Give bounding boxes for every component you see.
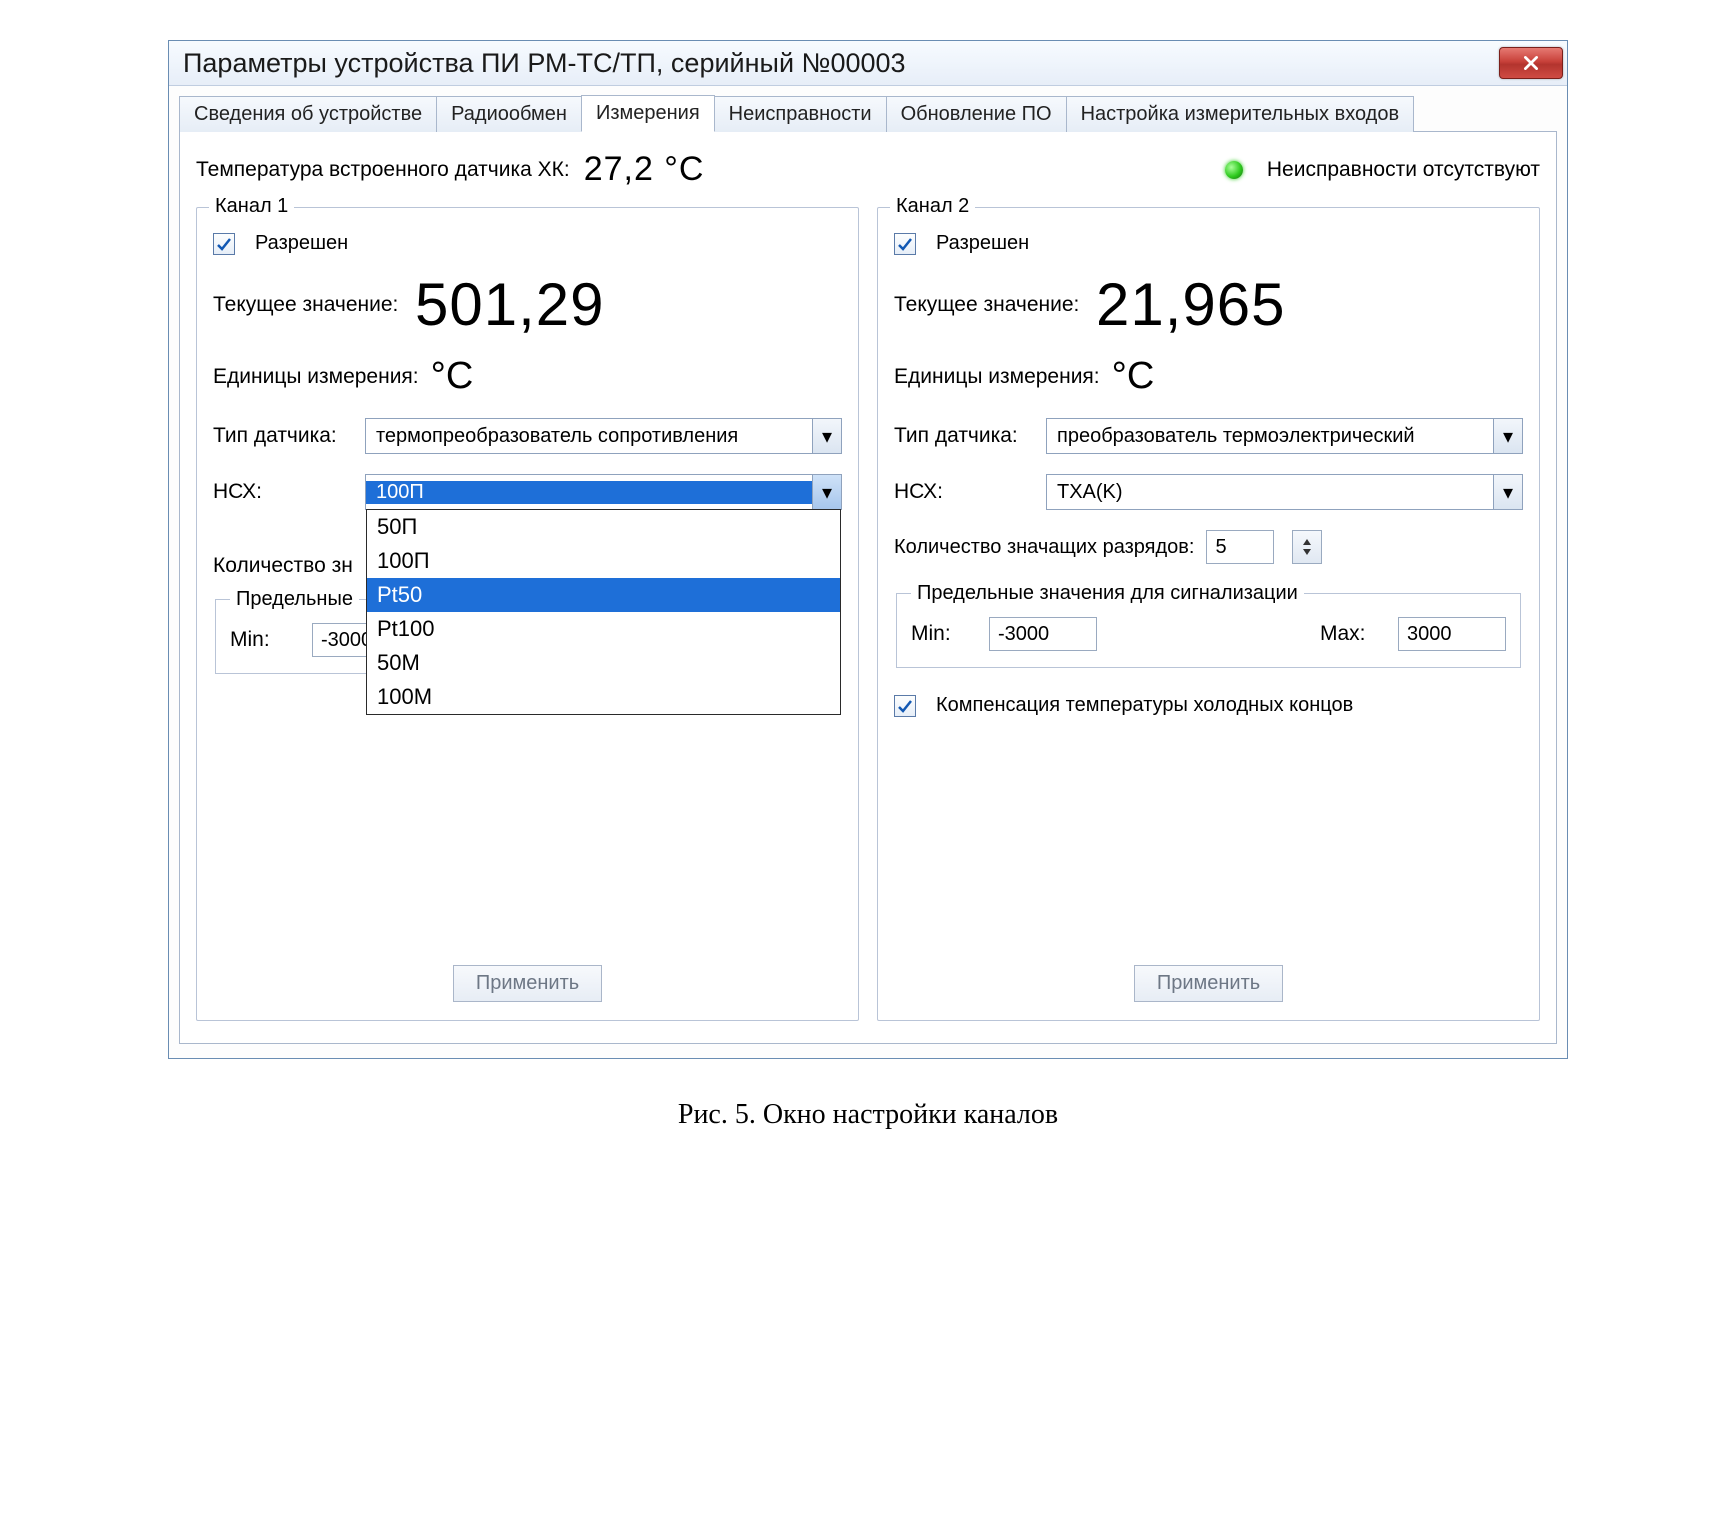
- internal-temp-label: Температура встроенного датчика ХК:: [196, 158, 570, 182]
- ch1-sensor-type-label: Тип датчика:: [213, 424, 353, 448]
- ch2-cold-comp-label: Компенсация температуры холодных концов: [936, 694, 1353, 717]
- ch2-min-input[interactable]: -3000: [989, 617, 1097, 651]
- ch2-sensor-type-value: преобразователь термоэлектрический: [1047, 425, 1493, 448]
- ch2-enabled-label: Разрешен: [936, 232, 1029, 255]
- channel-2-group: Канал 2 Разрешен Текущее значение: 21,96…: [877, 207, 1540, 1021]
- dropdown-arrow-icon: ▾: [1493, 419, 1522, 453]
- internal-temp-value: 27,2 °C: [584, 150, 705, 189]
- ch1-current-label: Текущее значение:: [213, 293, 403, 317]
- titlebar: Параметры устройства ПИ РМ-ТС/ТП, серийн…: [169, 41, 1567, 86]
- ch1-current-value: 501,29: [415, 275, 605, 335]
- ch2-cold-comp-checkbox[interactable]: [894, 695, 916, 717]
- spinner-arrows-icon: [1299, 537, 1315, 557]
- ch2-alarm-legend: Предельные значения для сигнализации: [911, 582, 1304, 605]
- ch2-nch-value: ТХА(K): [1047, 481, 1493, 504]
- ch1-nch-value: 100П: [366, 481, 812, 504]
- ch2-min-label: Min:: [911, 622, 961, 646]
- ch1-nch-option[interactable]: 50M: [367, 646, 840, 680]
- ch2-nch-label: НСХ:: [894, 480, 1034, 504]
- ch2-units-value: °C: [1112, 355, 1155, 398]
- tab-radio[interactable]: Радиообмен: [436, 96, 582, 132]
- ch1-sensor-type-value: термопреобразователь сопротивления: [366, 425, 812, 448]
- tab-firmware[interactable]: Обновление ПО: [886, 96, 1067, 132]
- ch1-digits-label-truncated: Количество зн: [213, 554, 353, 578]
- dropdown-arrow-icon: ▾: [812, 419, 841, 453]
- ch2-digits-spinner[interactable]: [1292, 530, 1322, 564]
- dropdown-arrow-icon: ▾: [1493, 475, 1522, 509]
- ch2-enabled-checkbox[interactable]: [894, 233, 916, 255]
- window-title: Параметры устройства ПИ РМ-ТС/ТП, серийн…: [183, 48, 906, 79]
- ch1-nch-option[interactable]: 50П: [367, 510, 840, 544]
- ch2-sensor-type-select[interactable]: преобразователь термоэлектрический ▾: [1046, 418, 1523, 454]
- ch1-nch-option[interactable]: 100M: [367, 680, 840, 714]
- ch2-digits-input[interactable]: 5: [1206, 530, 1274, 564]
- check-icon: [216, 236, 232, 252]
- ch1-apply-button[interactable]: Применить: [453, 965, 602, 1002]
- check-icon: [897, 698, 913, 714]
- figure-caption: Рис. 5. Окно настройки каналов: [168, 1099, 1568, 1131]
- ch1-nch-select[interactable]: 100П ▾ 50П 100П Pt50 Pt100 50M 100M: [365, 474, 842, 510]
- channel-2-legend: Канал 2: [890, 195, 975, 218]
- status-led-icon: [1225, 161, 1243, 179]
- close-button[interactable]: [1499, 47, 1563, 79]
- dropdown-arrow-icon: ▾: [812, 475, 841, 509]
- close-icon: [1522, 54, 1540, 72]
- ch2-current-label: Текущее значение:: [894, 293, 1084, 317]
- tabpage-measurements: Температура встроенного датчика ХК: 27,2…: [179, 132, 1557, 1044]
- ch2-apply-button[interactable]: Применить: [1134, 965, 1283, 1002]
- ch1-nch-dropdown: 50П 100П Pt50 Pt100 50M 100M: [366, 509, 841, 715]
- ch2-units-label: Единицы измерения:: [894, 365, 1100, 389]
- ch2-digits-label: Количество значащих разрядов:: [894, 536, 1194, 559]
- channel-1-group: Канал 1 Разрешен Текущее значение: 501,2…: [196, 207, 859, 1021]
- ch2-max-label: Max:: [1320, 622, 1370, 646]
- ch1-enabled-label: Разрешен: [255, 232, 348, 255]
- channel-1-legend: Канал 1: [209, 195, 294, 218]
- ch1-min-label: Min:: [230, 628, 300, 652]
- ch1-units-label: Единицы измерения:: [213, 365, 419, 389]
- ch1-nch-option[interactable]: Pt50: [367, 578, 840, 612]
- check-icon: [897, 236, 913, 252]
- ch1-nch-label: НСХ:: [213, 480, 353, 504]
- tab-inputs-config[interactable]: Настройка измерительных входов: [1066, 96, 1415, 132]
- ch2-alarm-group: Предельные значения для сигнализации Min…: [896, 582, 1521, 668]
- status-text: Неисправности отсутствуют: [1267, 158, 1540, 182]
- tab-faults[interactable]: Неисправности: [714, 96, 887, 132]
- ch2-max-input[interactable]: 3000: [1398, 617, 1506, 651]
- ch1-units-value: °C: [431, 355, 474, 398]
- ch1-nch-option[interactable]: Pt100: [367, 612, 840, 646]
- tab-measurements[interactable]: Измерения: [581, 95, 715, 132]
- client-area: Сведения об устройстве Радиообмен Измере…: [169, 86, 1567, 1058]
- ch1-nch-option[interactable]: 100П: [367, 544, 840, 578]
- tabstrip: Сведения об устройстве Радиообмен Измере…: [179, 94, 1557, 132]
- ch1-enabled-checkbox[interactable]: [213, 233, 235, 255]
- ch2-nch-select[interactable]: ТХА(K) ▾: [1046, 474, 1523, 510]
- ch2-current-value: 21,965: [1096, 275, 1286, 335]
- ch2-sensor-type-label: Тип датчика:: [894, 424, 1034, 448]
- dialog-window: Параметры устройства ПИ РМ-ТС/ТП, серийн…: [168, 40, 1568, 1059]
- top-status-row: Температура встроенного датчика ХК: 27,2…: [196, 150, 1540, 189]
- tab-device-info[interactable]: Сведения об устройстве: [179, 96, 437, 132]
- ch1-sensor-type-select[interactable]: термопреобразователь сопротивления ▾: [365, 418, 842, 454]
- ch1-alarm-legend-truncated: Предельные: [230, 588, 359, 611]
